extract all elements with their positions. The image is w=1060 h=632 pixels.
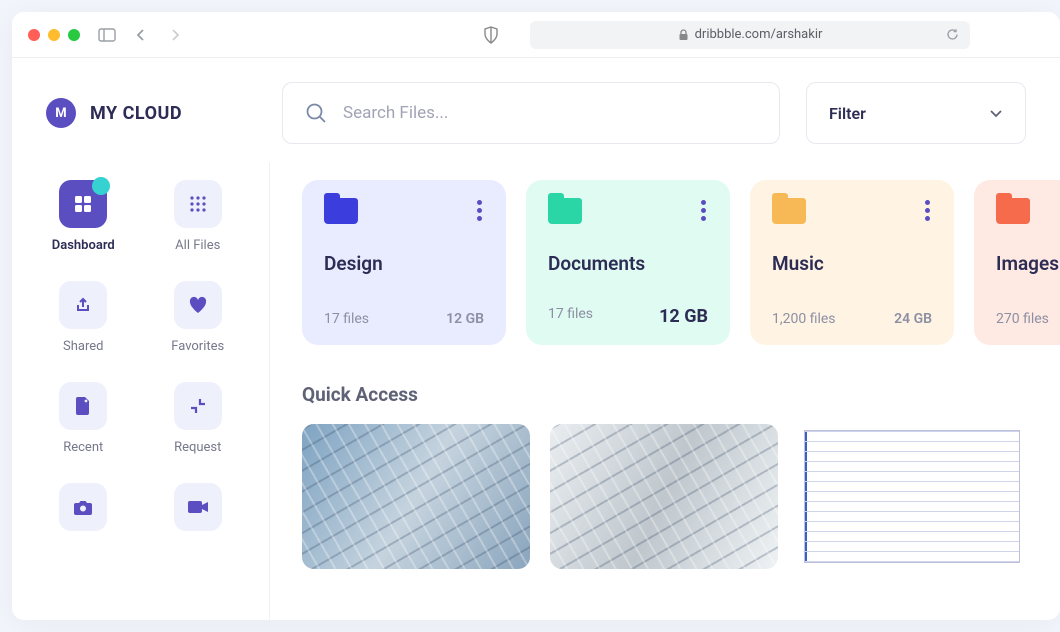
folder-icon xyxy=(548,198,582,224)
folder-card-images[interactable]: Images 270 files xyxy=(974,180,1060,345)
folder-card-documents[interactable]: Documents 17 files 12 GB xyxy=(526,180,730,345)
folder-size: 24 GB xyxy=(894,311,932,327)
folder-card-music[interactable]: Music 1,200 files 24 GB xyxy=(750,180,954,345)
share-icon xyxy=(59,281,107,329)
folder-card-design[interactable]: Design 17 files 12 GB xyxy=(302,180,506,345)
quick-access-title: Quick Access xyxy=(302,383,1060,406)
camera-icon xyxy=(59,483,107,531)
folder-name: Music xyxy=(772,252,932,275)
filter-label: Filter xyxy=(829,104,866,123)
filter-dropdown[interactable]: Filter xyxy=(806,82,1026,144)
folder-files-count: 17 files xyxy=(548,306,593,327)
sidebar-item-camera[interactable] xyxy=(36,483,131,531)
sidebar-item-label: All Files xyxy=(175,238,220,253)
folder-name: Documents xyxy=(548,252,708,275)
collapse-icon xyxy=(174,382,222,430)
folder-size: 12 GB xyxy=(446,311,484,327)
folder-icon xyxy=(996,198,1030,224)
url-text: dribbble.com/arshakir xyxy=(695,27,823,42)
sidebar-item-all-files[interactable]: All Files xyxy=(151,180,246,253)
close-window-button[interactable] xyxy=(28,29,40,41)
sidebar-item-label: Favorites xyxy=(171,339,224,354)
logo-badge: M xyxy=(46,98,76,128)
folder-files-count: 1,200 files xyxy=(772,311,836,327)
sidebar-item-label: Recent xyxy=(63,440,103,455)
privacy-shield-icon[interactable] xyxy=(482,26,500,44)
sidebar-toggle-icon[interactable] xyxy=(98,26,116,44)
dashboard-icon xyxy=(59,180,107,228)
folder-more-button[interactable] xyxy=(475,198,484,223)
folder-name: Design xyxy=(324,252,484,275)
address-bar[interactable]: dribbble.com/arshakir xyxy=(530,21,970,49)
maximize-window-button[interactable] xyxy=(68,29,80,41)
folder-files-count: 270 files xyxy=(996,311,1049,327)
folders-row: Design 17 files 12 GB Documents 17 files… xyxy=(302,180,1060,345)
browser-chrome: dribbble.com/arshakir xyxy=(12,12,1060,58)
file-icon xyxy=(59,382,107,430)
folder-name: Images xyxy=(996,252,1060,275)
quick-access-card[interactable] xyxy=(302,424,530,569)
sidebar-item-dashboard[interactable]: Dashboard xyxy=(36,180,131,253)
chrome-toolbar xyxy=(98,26,184,44)
sidebar: Dashboard All Files Shared Favorites Recent R… xyxy=(12,162,270,620)
folder-icon xyxy=(772,198,806,224)
sidebar-item-request[interactable]: Request xyxy=(151,382,246,455)
sidebar-item-video[interactable] xyxy=(151,483,246,531)
heart-icon xyxy=(174,281,222,329)
quick-access-row xyxy=(302,424,1060,569)
folder-more-button[interactable] xyxy=(699,198,708,223)
video-icon xyxy=(174,483,222,531)
grid-icon xyxy=(174,180,222,228)
main-content: Design 17 files 12 GB Documents 17 files… xyxy=(270,162,1060,620)
sidebar-item-label: Request xyxy=(174,440,221,455)
logo[interactable]: M MY CLOUD xyxy=(46,98,256,128)
quick-access-card[interactable] xyxy=(798,424,1026,569)
minimize-window-button[interactable] xyxy=(48,29,60,41)
body: Dashboard All Files Shared Favorites Recent R… xyxy=(12,162,1060,620)
sidebar-item-label: Shared xyxy=(63,339,103,354)
lock-icon xyxy=(678,29,689,41)
app-title: MY CLOUD xyxy=(90,103,182,124)
sidebar-item-recent[interactable]: Recent xyxy=(36,382,131,455)
search-icon xyxy=(305,102,327,124)
refresh-button[interactable] xyxy=(945,27,970,42)
folder-size: 12 GB xyxy=(659,306,708,327)
sidebar-item-label: Dashboard xyxy=(52,238,115,253)
folder-files-count: 17 files xyxy=(324,311,369,327)
sidebar-item-favorites[interactable]: Favorites xyxy=(151,281,246,354)
quick-access-card[interactable] xyxy=(550,424,778,569)
back-button[interactable] xyxy=(132,26,150,44)
top-bar: M MY CLOUD Filter xyxy=(12,58,1060,162)
forward-button[interactable] xyxy=(166,26,184,44)
sidebar-item-shared[interactable]: Shared xyxy=(36,281,131,354)
search-input[interactable] xyxy=(343,103,757,123)
folder-icon xyxy=(324,198,358,224)
folder-more-button[interactable] xyxy=(923,198,932,223)
search-box[interactable] xyxy=(282,82,780,144)
chevron-down-icon xyxy=(989,109,1003,118)
traffic-lights xyxy=(28,29,80,41)
app-window: dribbble.com/arshakir M MY CLOUD Filter … xyxy=(12,12,1060,620)
